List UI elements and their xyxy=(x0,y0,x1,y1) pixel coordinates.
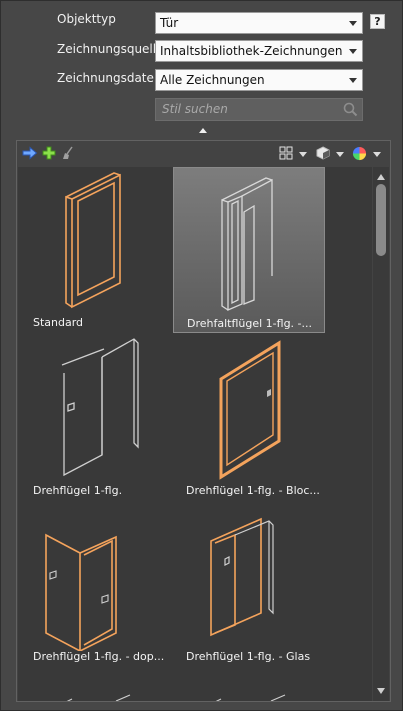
objekttyp-label: Objekttyp xyxy=(57,12,116,26)
style-tile[interactable] xyxy=(20,667,172,701)
style-label: Drehflügel 1-flg. - dop... xyxy=(33,650,165,663)
style-tile[interactable]: Drehflügel 1-flg. - Bloc... xyxy=(173,335,325,501)
style-label: Drehfaltflügel 1-flg. -... xyxy=(187,317,313,330)
view-dropdown-icon[interactable] xyxy=(299,152,307,157)
display-style-icon[interactable] xyxy=(316,146,330,160)
zeichnungsdatei-select[interactable]: Alle Zeichnungen xyxy=(155,69,363,91)
scroll-down-icon[interactable] xyxy=(377,688,385,694)
door-preview-icon xyxy=(61,338,139,477)
style-label: Drehflügel 1-flg. - Bloc... xyxy=(186,484,320,497)
display-dropdown-icon[interactable] xyxy=(336,152,344,157)
style-tile[interactable] xyxy=(173,667,325,701)
zeichnungsdatei-label: Zeichnungsdatei xyxy=(57,71,158,85)
search-placeholder: Stil suchen xyxy=(162,102,228,116)
purge-broom-icon[interactable] xyxy=(61,146,75,160)
scroll-thumb[interactable] xyxy=(376,184,386,256)
search-input[interactable]: Stil suchen xyxy=(155,98,363,121)
door-preview-icon xyxy=(65,172,121,309)
style-tile-selected[interactable]: Drehfaltflügel 1-flg. -... xyxy=(173,167,325,333)
objekttyp-value: Tür xyxy=(160,16,179,30)
style-browser-panel: Standard Drehfaltflügel 1-flg. -... Dreh… xyxy=(16,140,391,702)
add-plus-icon[interactable] xyxy=(42,146,56,160)
panel-toolbar xyxy=(17,141,390,166)
door-preview-icon xyxy=(45,533,117,651)
scroll-up-icon[interactable] xyxy=(377,174,385,180)
vertical-scrollbar[interactable] xyxy=(373,167,389,701)
style-label: Drehflügel 1-flg. - Glas xyxy=(186,650,311,663)
style-label: Standard xyxy=(33,316,84,329)
door-preview-icon xyxy=(219,340,281,480)
help-button[interactable]: ? xyxy=(370,14,385,29)
style-label: Drehflügel 1-flg. xyxy=(33,484,123,497)
style-tile[interactable]: Standard xyxy=(20,167,172,333)
search-icon[interactable] xyxy=(343,102,358,117)
zeichnungsquelle-label: Zeichnungsquelle xyxy=(57,42,164,56)
door-preview-icon xyxy=(210,517,274,637)
style-tile[interactable]: Drehflügel 1-flg. - Glas xyxy=(173,501,325,667)
chevron-down-icon xyxy=(349,78,357,83)
color-wheel-icon[interactable] xyxy=(352,146,367,161)
door-preview-icon xyxy=(66,694,131,701)
style-thumbnail-grid: Standard Drehfaltflügel 1-flg. -... Dreh… xyxy=(18,167,372,701)
door-preview-icon xyxy=(221,177,273,311)
style-tile[interactable]: Drehflügel 1-flg. xyxy=(20,335,172,501)
door-preview-icon xyxy=(215,694,286,701)
chevron-down-icon xyxy=(349,21,357,26)
style-tile[interactable]: Drehflügel 1-flg. - dop... xyxy=(20,501,172,667)
objekttyp-select[interactable]: Tür xyxy=(155,12,363,34)
zeichnungsquelle-value: Inhaltsbibliothek-Zeichnungen xyxy=(160,44,343,58)
zeichnungsdatei-value: Alle Zeichnungen xyxy=(160,73,265,87)
view-grid-icon[interactable] xyxy=(279,146,293,160)
import-arrow-icon[interactable] xyxy=(22,146,38,160)
zeichnungsquelle-select[interactable]: Inhaltsbibliothek-Zeichnungen xyxy=(155,40,363,62)
collapse-up-icon[interactable] xyxy=(199,128,207,133)
color-dropdown-icon[interactable] xyxy=(373,152,381,157)
chevron-down-icon xyxy=(349,49,357,54)
